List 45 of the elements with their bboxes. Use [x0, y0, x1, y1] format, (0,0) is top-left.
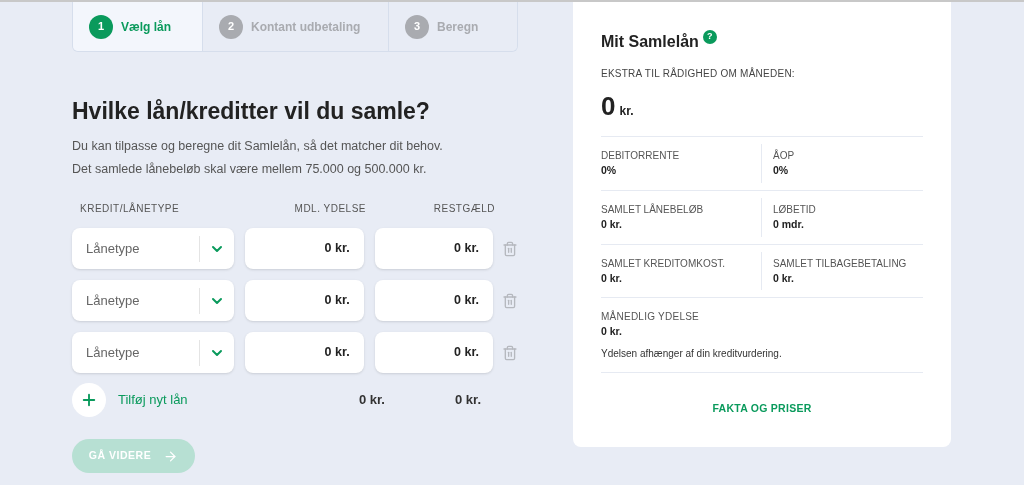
extra-value: 0	[601, 90, 616, 123]
stat-value: 0%	[773, 163, 790, 178]
help-icon[interactable]: ?	[702, 30, 717, 44]
debt-field[interactable]: 0 kr.	[374, 228, 494, 269]
intro-text: Du kan tilpasse og beregne dit Samlelån, så det matcher dit behov.	[72, 137, 444, 155]
trash-icon[interactable]	[502, 240, 518, 257]
add-loan-button[interactable]: Tilføj nyt lån	[72, 383, 188, 417]
extra-label: EKSTRA TIL RÅDIGHED OM MÅNEDEN:	[601, 66, 796, 81]
debt-field[interactable]: 0 kr.	[374, 280, 494, 321]
stat-label: SAMLET LÅNEBELØB	[601, 202, 705, 217]
stat-label: SAMLET KREDITOMKOST.	[601, 256, 727, 271]
column-header: KREDIT/LÅNETYPE	[80, 201, 181, 216]
stat-value: 0 kr.	[601, 270, 624, 286]
page-heading: Hvilke lån/kreditter vil du samle?	[72, 97, 431, 126]
stat-label: LØBETID	[773, 202, 817, 217]
step-tab[interactable]: 1 Vælg lån	[73, 2, 203, 51]
monthly-field[interactable]: 0 kr.	[245, 332, 364, 373]
stat-value: 0 kr.	[601, 216, 624, 232]
monthly-field[interactable]: 0 kr.	[245, 228, 364, 269]
plus-icon	[80, 391, 98, 409]
loan-type-select[interactable]: Lånetype	[72, 228, 235, 269]
note-text: Ydelsen afhænger af din kreditvurdering.	[601, 347, 783, 361]
extra-unit: kr.	[619, 103, 634, 120]
summary-title: Mit Samlelån	[601, 32, 699, 52]
trash-icon[interactable]	[502, 292, 518, 309]
stat-label: MÅNEDLIG YDELSE	[601, 309, 701, 325]
loan-type-select[interactable]: Lånetype	[72, 280, 235, 321]
loan-type-select[interactable]: Lånetype	[72, 332, 235, 373]
stat-value: 0 kr.	[601, 324, 624, 340]
intro-text: Det samlede lånebeløb skal være mellem 75.000 og 500.000 kr.	[72, 161, 428, 179]
stat-value: 0%	[601, 163, 618, 178]
stat-label: SAMLET TILBAGEBETALING	[773, 256, 908, 271]
total-monthly: 0 kr.	[357, 391, 385, 410]
column-header: RESTGÆLD	[432, 202, 495, 216]
total-debt: 0 kr.	[454, 391, 481, 410]
stat-label: ÅOP	[773, 148, 796, 163]
facts-link[interactable]: FAKTA OG PRISER	[712, 401, 812, 417]
monthly-field[interactable]: 0 kr.	[245, 280, 364, 321]
stat-value: 0 kr.	[773, 270, 796, 286]
stat-value: 0 mdr.	[773, 216, 805, 232]
arrow-right-icon	[163, 448, 179, 464]
debt-field[interactable]: 0 kr.	[374, 332, 494, 373]
column-header: MDL. YDELSE	[293, 202, 366, 216]
stat-label: DEBITORRENTE	[601, 149, 681, 163]
trash-icon[interactable]	[502, 344, 518, 361]
